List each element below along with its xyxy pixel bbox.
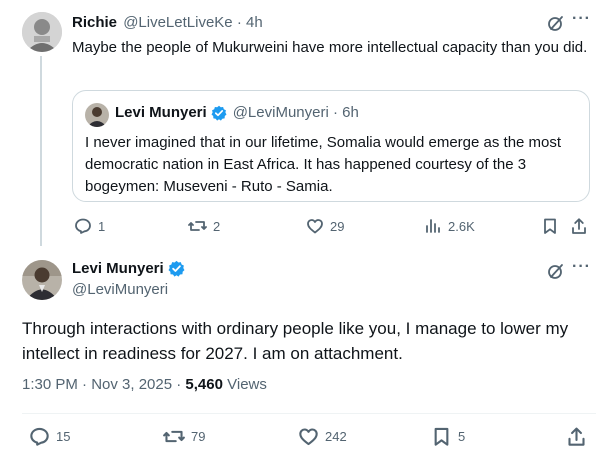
bookmark-button[interactable]: 5 <box>431 426 465 447</box>
share-icon[interactable] <box>566 426 587 447</box>
timestamp[interactable]: 1:30 PM · Nov 3, 2025 · <box>22 376 185 393</box>
tweet-text: Maybe the people of Mukurweini have more… <box>72 39 588 56</box>
verified-icon[interactable] <box>168 260 185 277</box>
tweet-text: Through interactions with ordinary peopl… <box>22 319 569 363</box>
thread-line <box>40 56 42 246</box>
verified-icon <box>211 105 227 121</box>
tweet-meta: 1:30 PM · Nov 3, 2025 · 5,460 Views <box>22 376 267 393</box>
tweet-header: Levi Munyeri <box>72 260 185 277</box>
grok-icon[interactable] <box>547 262 565 280</box>
bookmark-count: 5 <box>458 429 466 444</box>
views-count: 5,460 <box>185 376 223 393</box>
like-button[interactable]: 242 <box>298 426 347 447</box>
views-button[interactable]: 2.6K <box>424 217 475 235</box>
quote-handle-time: @LeviMunyeri · 6h <box>232 104 359 121</box>
quote-header: Levi Munyeri @LeviMunyeri · 6h <box>115 104 359 121</box>
handle-time[interactable]: @LiveLetLiveKe · 4h <box>123 14 262 31</box>
views-label: Views <box>222 376 267 393</box>
reply-tweet[interactable]: Richie @LiveLetLiveKe · 4h ··· Maybe the… <box>0 0 616 250</box>
quote-text: I never imagined that in our lifetime, S… <box>85 134 562 195</box>
quote-avatar <box>85 103 109 127</box>
reply-button[interactable]: 1 <box>74 217 105 235</box>
avatar[interactable] <box>22 12 62 52</box>
repost-button[interactable]: 2 <box>188 217 220 235</box>
grok-icon[interactable] <box>547 14 565 32</box>
reply-count: 15 <box>56 429 71 444</box>
quote-author-name: Levi Munyeri <box>115 104 207 121</box>
avatar[interactable] <box>22 260 62 300</box>
reply-button[interactable]: 15 <box>29 426 70 447</box>
repost-button[interactable]: 79 <box>163 426 205 447</box>
share-icon[interactable] <box>570 217 588 235</box>
bookmark-icon[interactable] <box>541 217 559 235</box>
author-name[interactable]: Richie <box>72 14 117 31</box>
views-count: 2.6K <box>448 218 475 234</box>
tweet-header: Richie @LiveLetLiveKe · 4h <box>72 14 263 31</box>
quoted-tweet[interactable]: Levi Munyeri @LeviMunyeri · 6h I never i… <box>72 90 590 202</box>
like-count: 29 <box>330 218 345 234</box>
like-count: 242 <box>325 429 347 444</box>
handle[interactable]: @LeviMunyeri <box>72 281 168 298</box>
more-icon[interactable]: ··· <box>572 10 591 28</box>
repost-count: 79 <box>191 429 206 444</box>
main-tweet: Levi Munyeri @LeviMunyeri ··· Through in… <box>0 250 616 469</box>
author-name[interactable]: Levi Munyeri <box>72 260 164 277</box>
repost-count: 2 <box>213 218 221 234</box>
reply-count: 1 <box>98 218 106 234</box>
more-icon[interactable]: ··· <box>572 258 591 276</box>
divider <box>22 413 596 414</box>
like-button[interactable]: 29 <box>306 217 344 235</box>
